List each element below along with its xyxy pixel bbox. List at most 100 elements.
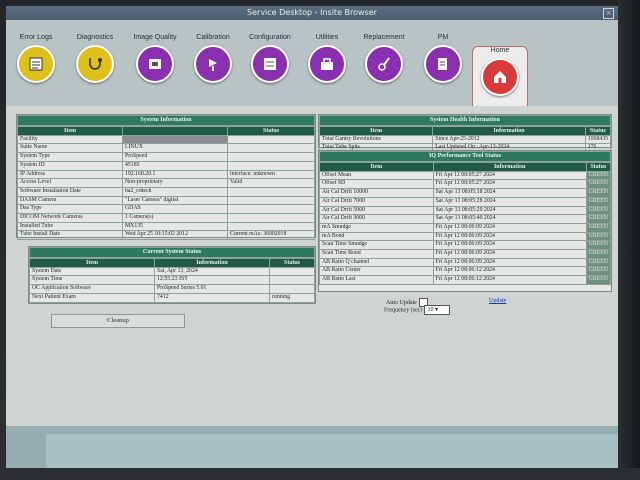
column-header: Status (585, 162, 612, 172)
row-item: Tube Install Date (17, 230, 123, 241)
status-badge: GREEN (585, 266, 612, 277)
table-row: Suite Name LINUX (17, 143, 315, 154)
row-status (269, 284, 315, 294)
update-link[interactable]: Update (489, 298, 506, 304)
row-value: ba2_cdtech (122, 186, 228, 197)
table-row: Next Patient Exam 7412 running (29, 292, 315, 303)
screen: Service Desktop - Insite Browser × Error… (6, 6, 618, 468)
row-item: Installed Tube (17, 221, 123, 232)
toolbar-item-image-quality[interactable]: Image Quality (127, 34, 183, 104)
column-header (122, 126, 228, 136)
iq-panel: IQ Performance Tool Status Item Informat… (318, 150, 612, 292)
toolbar-item-configuration[interactable]: Configuration (242, 34, 298, 104)
toolbar-item-label: PM (437, 34, 449, 41)
row-item: mA Bond (319, 231, 434, 242)
table-row: Scan Time Bond Fri Apr 12 08:06:09 2024 GR… (319, 249, 612, 259)
main-content: System Information Item Status Facility … (6, 106, 618, 426)
table-row: Air Cal Drift 7000 Sat Apr 13 08:05:28 20… (319, 196, 612, 207)
row-status (227, 160, 315, 171)
toolbar-item-label: Home (490, 47, 510, 54)
column-header: Status (227, 126, 315, 136)
configuration-icon (251, 45, 289, 83)
table-row: mA Bond Fri Apr 12 08:06:09 2024 GREEN (319, 231, 612, 242)
toolbar-item-utilities[interactable]: Utilities (299, 34, 355, 104)
column-header: Information (154, 258, 270, 268)
status-badge: GREEN (585, 205, 612, 216)
row-item: Offset SD (319, 179, 434, 190)
close-icon[interactable]: × (603, 8, 614, 19)
cleanup-button[interactable]: Cleanup (51, 314, 185, 328)
table-row: DICOM Network Cameras 1 Camera(s) (17, 213, 315, 223)
toolbar-item-replacement[interactable]: Replacement (356, 34, 412, 104)
row-status (227, 186, 315, 197)
row-item: Next Patient Exam (29, 292, 155, 303)
table-row: Tube Install Date Wed Apr 25 10:15:02 20… (17, 230, 315, 241)
table-row: DASM Camera "Laser Camera" digital (17, 195, 315, 206)
row-item: Facility (17, 134, 123, 145)
row-item: AB Ratio Last (319, 275, 434, 285)
column-header: Status (584, 126, 612, 136)
row-value: ProSpeed (122, 152, 228, 162)
column-header: Item (319, 162, 434, 172)
row-status: Current mAs: 36902018 (227, 230, 315, 241)
row-value: Wed Apr 25 10:15:02 2012 (122, 230, 228, 241)
row-info: Fri Apr 12 08:05:27 2024 (432, 170, 587, 181)
toolbar-item-error-logs[interactable]: Error Logs (8, 34, 64, 104)
toolbar-item-calibration[interactable]: Calibration (185, 34, 241, 104)
row-status: Valid (227, 178, 315, 188)
row-item: IP Address (17, 169, 123, 180)
status-badge: GREEN (585, 240, 612, 250)
iq-title: IQ Performance Tool Status (319, 151, 611, 162)
toolbar-item-diagnostics[interactable]: Diagnostics (67, 34, 123, 104)
system-info-panel: System Information Item Status Facility … (16, 114, 316, 241)
row-value: "Laser Camera" digital (122, 195, 228, 206)
row-info: Sat Apr 13 08:05:40 2024 (432, 214, 587, 224)
redacted-value (122, 134, 228, 145)
status-badge: GREEN (585, 257, 612, 268)
table-row: System Type ProSpeed (17, 152, 315, 162)
row-status (227, 143, 315, 154)
table-row: Air Cal Drift 10000 Sat Apr 13 08:05:18 2… (319, 188, 612, 198)
window-titlebar: Service Desktop - Insite Browser × (6, 6, 618, 20)
row-info: Fri Apr 12 08:06:12 2024 (432, 266, 587, 277)
utilities-icon (308, 45, 346, 83)
frequency-value: 10 (427, 307, 434, 313)
table-row: Access Level Non-proprietary Valid (17, 178, 315, 188)
table-row: Installed Tube MX135 (17, 221, 315, 232)
status-badge: GREEN (585, 214, 612, 224)
row-item: mA Smudge (319, 222, 434, 233)
row-status (227, 152, 315, 162)
table-row: IP Address 192.168.20.1 interface: unkno… (17, 169, 315, 180)
row-item: System Time (29, 275, 155, 286)
row-info: Since Apr-25-2012 (432, 134, 586, 145)
row-status (227, 134, 315, 145)
table-row: Software Installation Date ba2_cdtech (17, 186, 315, 197)
frequency-select[interactable]: 10 ▾ (424, 305, 451, 315)
column-header: Information (432, 162, 587, 172)
row-item: System Type (17, 152, 123, 162)
row-item: Suite Name (17, 143, 123, 154)
row-item: Air Cal Drift 7000 (319, 196, 434, 207)
row-info: Fri Apr 12 08:06:09 2024 (432, 231, 587, 242)
image-quality-icon (136, 45, 174, 83)
status-badge: GREEN (585, 196, 612, 207)
toolbar-item-label: Utilities (315, 34, 339, 41)
row-status: interface: unknown (227, 169, 315, 180)
row-info: Fri Apr 12 08:06:09 2024 (432, 257, 587, 268)
row-info: 7412 (154, 292, 270, 303)
home-icon (481, 58, 519, 96)
health-title: System Health Information (319, 115, 611, 126)
row-item: Offset Mean (319, 170, 434, 181)
toolbar-item-label: Configuration (249, 34, 291, 41)
log-icon (17, 45, 55, 83)
status-badge: GREEN (585, 231, 612, 242)
table-row: Offset SD Fri Apr 12 08:05:27 2024 GREEN (319, 179, 612, 190)
table-row: Air Cal Drift 5000 Sat Apr 13 08:05:29 20… (319, 205, 612, 216)
status-badge: GREEN (585, 188, 612, 198)
frequency-control: Frequency (sec) 10 ▾ (384, 305, 451, 315)
row-item: AB Ratio Q channel (319, 257, 434, 268)
window-title: Service Desktop - Insite Browser (247, 8, 377, 17)
column-header: Information (432, 126, 586, 136)
toolbar-item-pm[interactable]: PM (415, 34, 471, 104)
iq-table: Item Information Status Offset Mean Fri A… (319, 162, 612, 285)
